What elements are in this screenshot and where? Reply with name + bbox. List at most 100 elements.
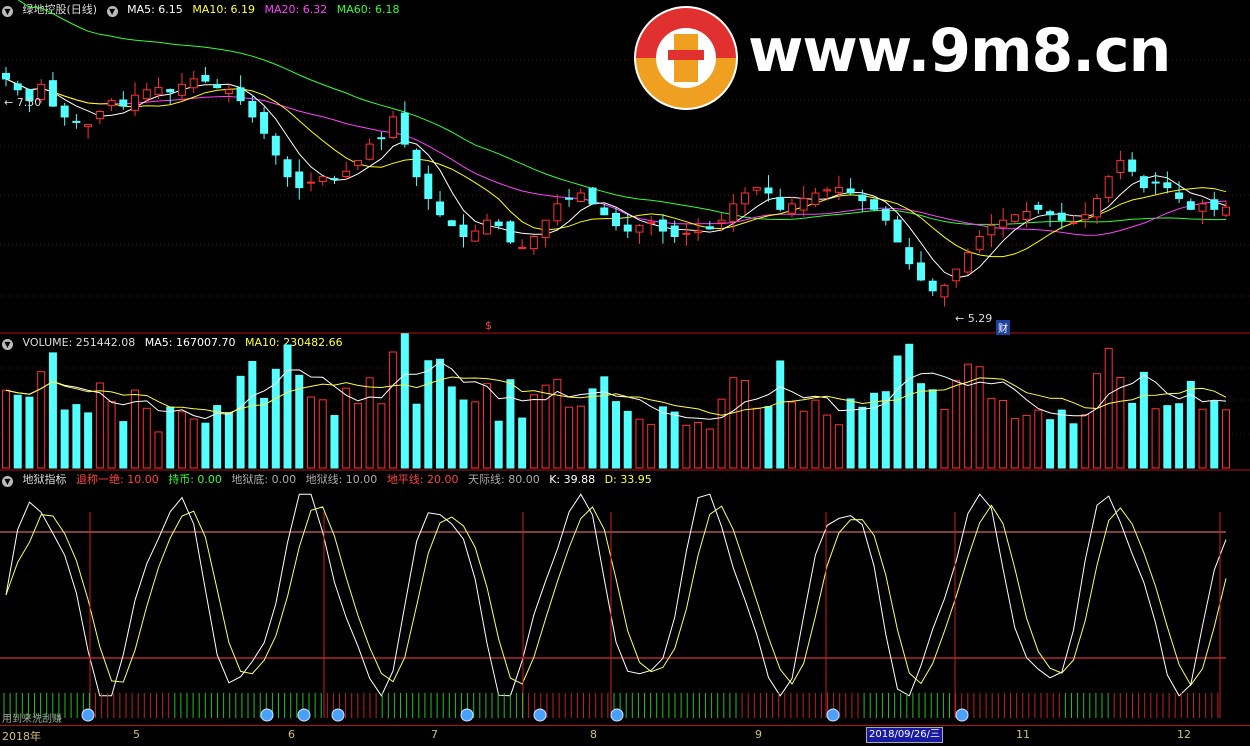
- volume-bar: [37, 371, 46, 469]
- volume-bar: [741, 380, 750, 469]
- volume-bar: [107, 401, 116, 469]
- candle-body: [412, 149, 421, 178]
- candle-body: [107, 100, 116, 107]
- candle-body: [623, 224, 632, 232]
- candle-body: [787, 203, 796, 214]
- candle-body: [858, 194, 867, 202]
- candle-body: [647, 221, 656, 225]
- volume-bar: [447, 386, 456, 469]
- x-label-2: 6: [288, 728, 295, 741]
- candle-body: [400, 112, 409, 145]
- volume-bar: [600, 376, 609, 469]
- candle-body: [154, 87, 163, 95]
- volume-bar: [565, 406, 574, 469]
- candle-body: [318, 176, 327, 182]
- candle-body: [1222, 206, 1230, 216]
- candle-body: [142, 89, 151, 100]
- candle-body: [940, 284, 949, 298]
- candle-body: [987, 225, 996, 236]
- volume-bar: [201, 422, 210, 469]
- candle-body: [529, 235, 538, 250]
- signal-dot: [81, 708, 95, 722]
- volume-bar: [1104, 347, 1113, 469]
- low-price-value: 5.29: [967, 312, 993, 325]
- candle-body: [201, 75, 210, 82]
- candle-body: [447, 220, 456, 227]
- volume-bar: [1092, 373, 1101, 469]
- candle-body: [1116, 159, 1125, 173]
- candle-body: [799, 197, 808, 211]
- candle-body: [260, 112, 269, 134]
- high-price-label: ← 7.50: [4, 96, 42, 109]
- candle-body: [752, 187, 761, 191]
- volume-bar: [811, 399, 820, 469]
- volume-bar: [999, 399, 1008, 469]
- volume-bar: [48, 352, 57, 469]
- candle-body: [459, 224, 468, 237]
- volume-bar: [588, 388, 597, 469]
- candle-body: [389, 116, 398, 139]
- candle-body: [342, 170, 351, 177]
- volume-bar: [389, 351, 398, 469]
- candle-body: [635, 225, 644, 233]
- x-label-5: 9: [755, 728, 762, 741]
- volume-bar: [236, 375, 245, 469]
- signal-dot: [533, 708, 547, 722]
- volume-bar: [752, 407, 761, 469]
- candle-body: [72, 120, 81, 123]
- candle-body: [295, 171, 304, 189]
- volume-bar: [283, 344, 292, 469]
- volume-bar: [917, 383, 925, 469]
- signal-dot: [460, 708, 474, 722]
- x-label-3: 7: [431, 728, 438, 741]
- finance-marker[interactable]: 财: [996, 320, 1010, 335]
- signal-dot: [331, 708, 345, 722]
- signal-dot: [955, 708, 969, 722]
- candle-body: [494, 221, 503, 227]
- candle-body: [271, 135, 280, 156]
- volume-bar: [424, 360, 433, 469]
- candle-body: [553, 203, 562, 222]
- volume-bar: [1210, 400, 1219, 469]
- x-label-7: 11: [1016, 728, 1030, 741]
- volume-bar: [963, 363, 972, 469]
- candle-body: [893, 219, 902, 243]
- volume-bar: [494, 420, 503, 469]
- volume-bar: [928, 389, 937, 469]
- candle-body: [729, 203, 738, 223]
- candle-body: [1081, 214, 1090, 221]
- watermark-text: www.9m8.cn: [748, 16, 1171, 86]
- candle-body: [588, 187, 597, 205]
- volume-bar: [987, 397, 996, 469]
- candle-body: [60, 105, 69, 118]
- volume-bar: [119, 421, 128, 469]
- signal-dot: [297, 708, 311, 722]
- candle-body: [928, 280, 937, 292]
- candle-body: [1163, 182, 1172, 189]
- volume-bar: [705, 428, 714, 469]
- volume-bar: [2, 389, 10, 469]
- volume-bar: [576, 405, 585, 469]
- candle-body: [1069, 221, 1078, 224]
- volume-bar: [60, 409, 69, 469]
- volume-bar: [459, 399, 468, 469]
- candle-body: [177, 83, 186, 96]
- watermark: www.9m8.cn: [628, 2, 1248, 114]
- volume-bar: [694, 422, 703, 469]
- volume-bar: [318, 399, 327, 469]
- candle-body: [823, 189, 832, 192]
- volume-bar: [25, 396, 34, 469]
- candle-body: [283, 159, 292, 178]
- dividend-marker[interactable]: $: [485, 319, 492, 332]
- signal-dot: [610, 708, 624, 722]
- candle-body: [1186, 201, 1195, 210]
- candle-body: [84, 124, 93, 128]
- candle-body: [330, 178, 339, 181]
- candle-body: [870, 199, 879, 210]
- volume-bar: [1163, 405, 1172, 469]
- volume-bar: [377, 403, 386, 469]
- volume-bar: [1222, 409, 1230, 469]
- x-label-8: 12: [1177, 728, 1191, 741]
- candle-body: [670, 225, 679, 237]
- candle-body: [1046, 211, 1055, 216]
